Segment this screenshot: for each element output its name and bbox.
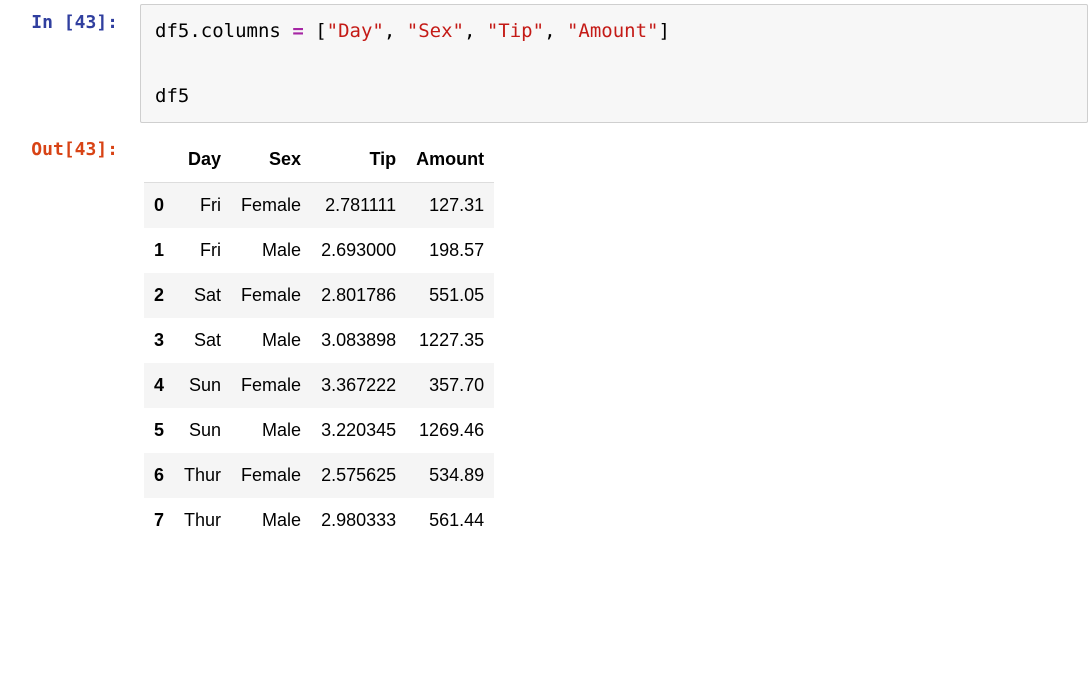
cell-tip: 2.693000 <box>311 228 406 273</box>
cell-day: Thur <box>174 498 231 543</box>
table-row: 1 Fri Male 2.693000 198.57 <box>144 228 494 273</box>
table-row: 6 Thur Female 2.575625 534.89 <box>144 453 494 498</box>
cell-amount: 551.05 <box>406 273 494 318</box>
cell-tip: 3.083898 <box>311 318 406 363</box>
cell-tip: 2.575625 <box>311 453 406 498</box>
table-row: 5 Sun Male 3.220345 1269.46 <box>144 408 494 453</box>
cell-amount: 534.89 <box>406 453 494 498</box>
cell-sex: Female <box>231 453 311 498</box>
cell-sex: Female <box>231 273 311 318</box>
cell-amount: 1269.46 <box>406 408 494 453</box>
code-comma-1: , <box>464 20 487 42</box>
code-string-0: "Day" <box>327 20 384 42</box>
cell-day: Sat <box>174 273 231 318</box>
code-var: df5 <box>155 20 189 42</box>
row-index: 2 <box>144 273 174 318</box>
code-input[interactable]: df5.columns = ["Day", "Sex", "Tip", "Amo… <box>140 4 1088 123</box>
cell-tip: 3.367222 <box>311 363 406 408</box>
code-comma-2: , <box>544 20 567 42</box>
code-attr: columns <box>201 20 281 42</box>
input-cell: In [43]: df5.columns = ["Day", "Sex", "T… <box>0 0 1088 127</box>
cell-sex: Male <box>231 498 311 543</box>
row-index: 4 <box>144 363 174 408</box>
code-dot: . <box>189 20 200 42</box>
output-cell: Out[43]: Day Sex Tip Amount 0 Fri Female… <box>0 127 1088 547</box>
row-index: 0 <box>144 182 174 228</box>
cell-day: Fri <box>174 228 231 273</box>
row-index: 3 <box>144 318 174 363</box>
table-row: 2 Sat Female 2.801786 551.05 <box>144 273 494 318</box>
cell-tip: 2.781111 <box>311 182 406 228</box>
table-col-amount: Amount <box>406 137 494 183</box>
table-col-day: Day <box>174 137 231 183</box>
table-header-row: Day Sex Tip Amount <box>144 137 494 183</box>
table-row: 3 Sat Male 3.083898 1227.35 <box>144 318 494 363</box>
code-assign: = <box>292 20 303 42</box>
row-index: 1 <box>144 228 174 273</box>
table-row: 4 Sun Female 3.367222 357.70 <box>144 363 494 408</box>
cell-amount: 127.31 <box>406 182 494 228</box>
cell-amount: 561.44 <box>406 498 494 543</box>
input-prompt: In [43]: <box>0 4 130 41</box>
code-list-open: [ <box>315 20 326 42</box>
table-row: 7 Thur Male 2.980333 561.44 <box>144 498 494 543</box>
table-index-header <box>144 137 174 183</box>
code-string-1: "Sex" <box>407 20 464 42</box>
cell-sex: Male <box>231 408 311 453</box>
cell-day: Sun <box>174 408 231 453</box>
row-index: 7 <box>144 498 174 543</box>
cell-sex: Female <box>231 363 311 408</box>
cell-amount: 1227.35 <box>406 318 494 363</box>
table-row: 0 Fri Female 2.781111 127.31 <box>144 182 494 228</box>
cell-sex: Male <box>231 228 311 273</box>
cell-tip: 3.220345 <box>311 408 406 453</box>
output-prompt: Out[43]: <box>0 131 130 168</box>
code-string-2: "Tip" <box>487 20 544 42</box>
table-col-sex: Sex <box>231 137 311 183</box>
cell-day: Sun <box>174 363 231 408</box>
row-index: 5 <box>144 408 174 453</box>
cell-tip: 2.801786 <box>311 273 406 318</box>
cell-amount: 357.70 <box>406 363 494 408</box>
table-col-tip: Tip <box>311 137 406 183</box>
code-expr: df5 <box>155 85 189 107</box>
cell-amount: 198.57 <box>406 228 494 273</box>
cell-day: Sat <box>174 318 231 363</box>
cell-sex: Male <box>231 318 311 363</box>
row-index: 6 <box>144 453 174 498</box>
cell-day: Thur <box>174 453 231 498</box>
code-string-3: "Amount" <box>567 20 659 42</box>
dataframe-table: Day Sex Tip Amount 0 Fri Female 2.781111… <box>144 137 494 543</box>
cell-tip: 2.980333 <box>311 498 406 543</box>
cell-sex: Female <box>231 182 311 228</box>
code-comma-0: , <box>384 20 407 42</box>
cell-day: Fri <box>174 182 231 228</box>
code-list-close: ] <box>658 20 669 42</box>
output-area: Day Sex Tip Amount 0 Fri Female 2.781111… <box>130 131 1088 543</box>
